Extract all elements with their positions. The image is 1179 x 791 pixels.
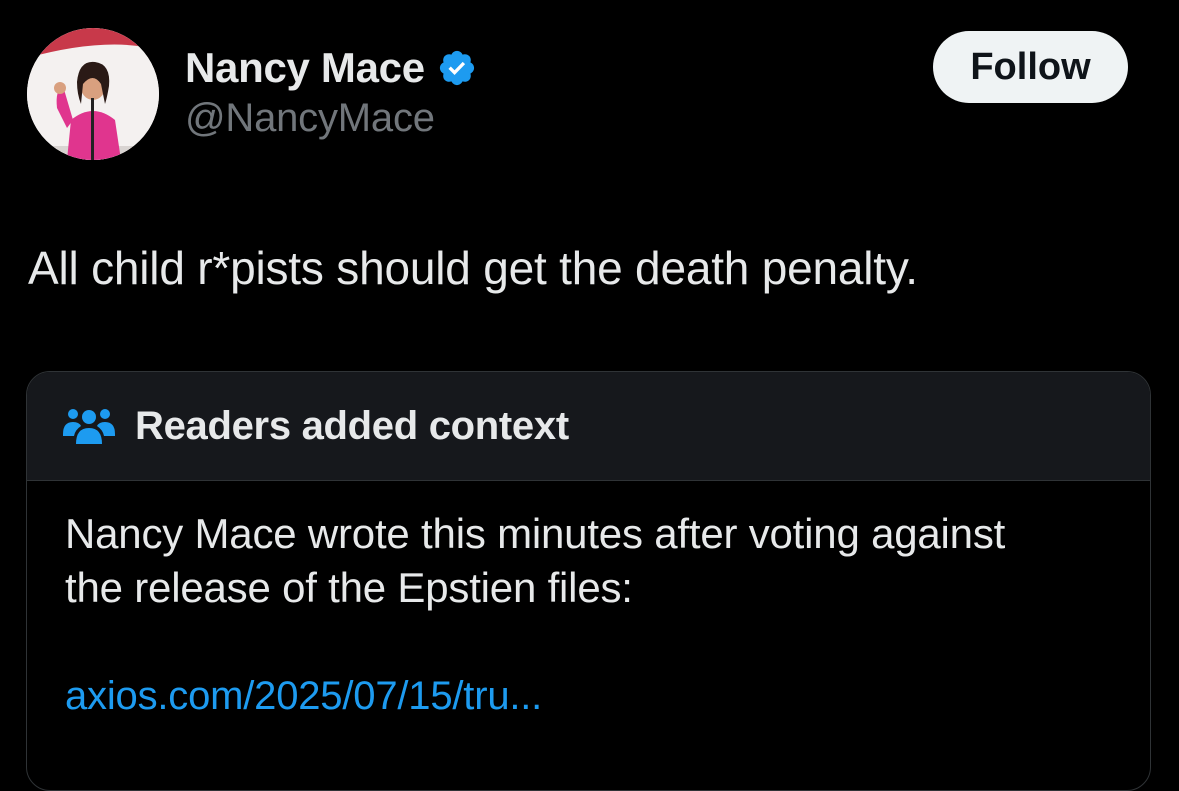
community-note-header[interactable]: Readers added context: [27, 372, 1150, 481]
community-note: Readers added context Nancy Mace wrote t…: [26, 371, 1151, 791]
avatar[interactable]: [27, 28, 159, 160]
follow-button[interactable]: Follow: [933, 31, 1128, 103]
author-name-row: Nancy Mace: [185, 40, 477, 96]
tweet: Nancy Mace @NancyMace Follow All child r…: [0, 0, 1179, 791]
community-note-body: Nancy Mace wrote this minutes after voti…: [27, 481, 1150, 723]
community-note-line: the release of the Epstien files:: [65, 564, 633, 611]
author-handle[interactable]: @NancyMace: [185, 96, 435, 141]
community-note-source-link[interactable]: axios.com/2025/07/15/tru...: [65, 669, 1112, 723]
author-display-name[interactable]: Nancy Mace: [185, 44, 425, 92]
community-note-title: Readers added context: [135, 403, 569, 448]
community-note-line: Nancy Mace wrote this minutes after voti…: [65, 510, 1006, 557]
avatar-photo: [27, 28, 159, 160]
verified-badge-icon[interactable]: [437, 48, 477, 88]
tweet-text: All child r*pists should get the death p…: [28, 242, 918, 294]
readers-group-icon: [63, 406, 115, 446]
